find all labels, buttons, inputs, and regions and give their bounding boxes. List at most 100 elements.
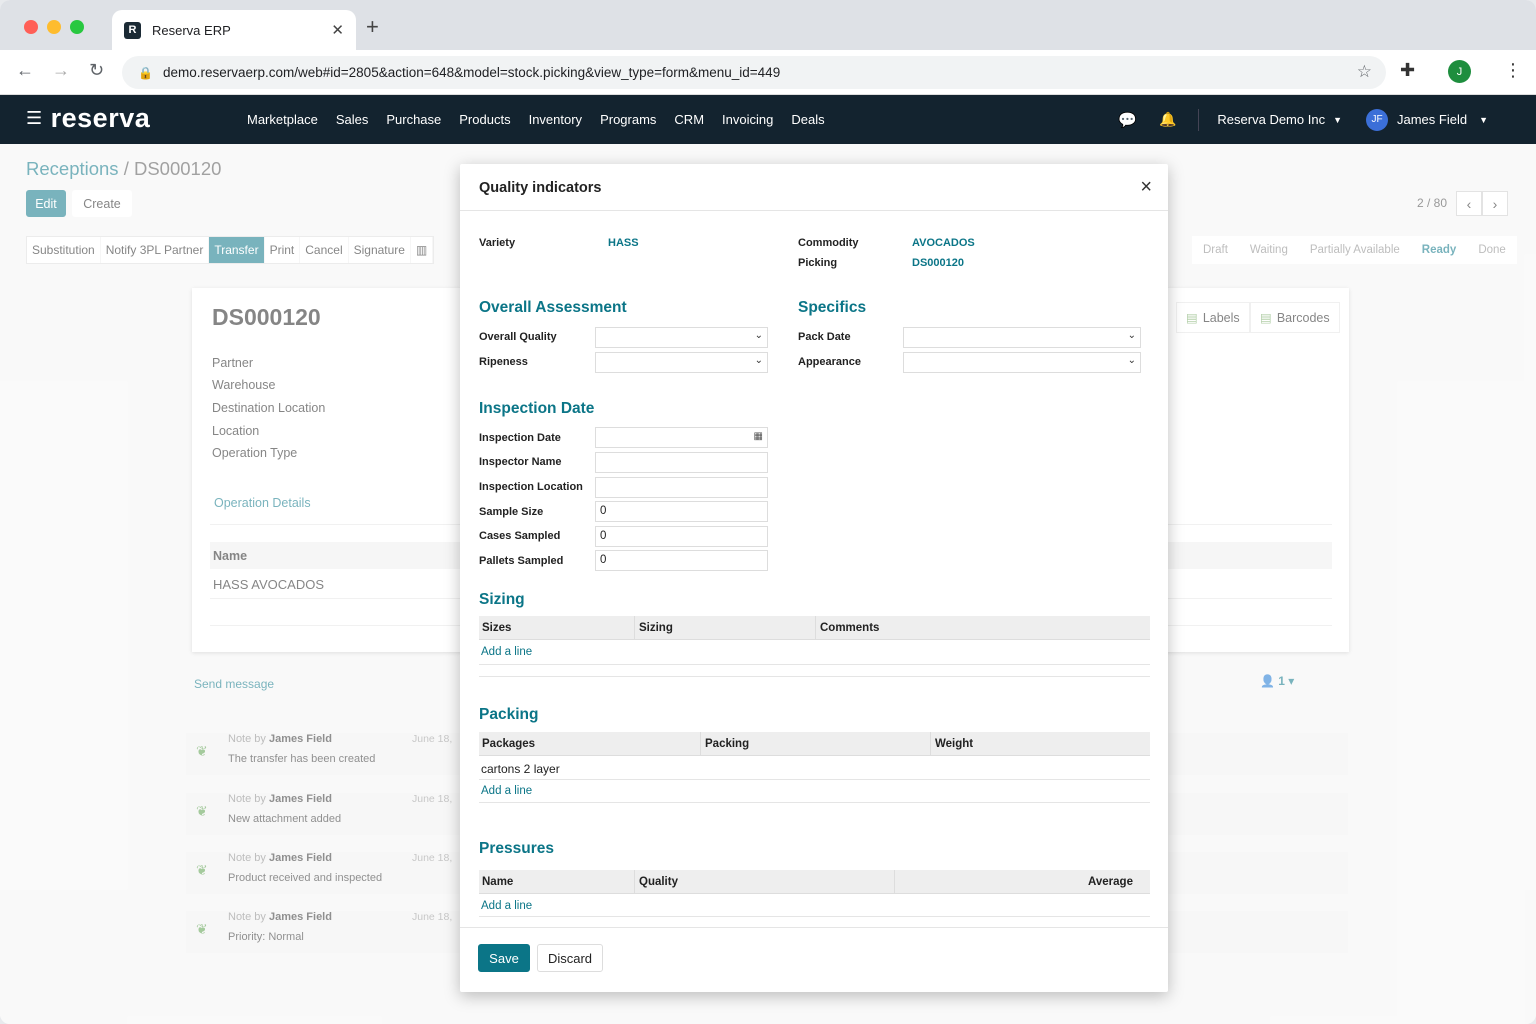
app-navbar: ☰ reserva Marketplace Sales Purchase Prod… xyxy=(0,95,1536,144)
user-menu[interactable]: James Field xyxy=(1397,112,1467,127)
menu-programs[interactable]: Programs xyxy=(600,112,656,127)
close-window-icon[interactable] xyxy=(24,20,38,34)
col-packing[interactable]: Packing xyxy=(705,738,749,750)
calendar-icon[interactable]: ▦ xyxy=(754,431,763,442)
back-icon[interactable]: ← xyxy=(16,60,34,81)
pallets-sampled-input[interactable]: 0 xyxy=(595,550,768,571)
specifics-heading: Specifics xyxy=(798,299,867,316)
col-average[interactable]: Average xyxy=(1088,876,1133,888)
inspection-date-heading: Inspection Date xyxy=(479,400,595,417)
packing-heading: Packing xyxy=(479,706,539,723)
user-avatar[interactable]: JF xyxy=(1366,108,1388,131)
menu-invoicing[interactable]: Invoicing xyxy=(722,112,773,127)
url-text: demo.reservaerp.com/web#id=2805&action=6… xyxy=(162,65,781,80)
browser-menu-icon[interactable]: ⋮ xyxy=(1504,60,1522,81)
col-packages[interactable]: Packages xyxy=(482,738,535,750)
commodity-value[interactable]: AVOCADOS xyxy=(912,237,975,249)
browser-tab[interactable]: R Reserva ERP ✕ xyxy=(112,10,356,50)
appearance-select[interactable]: ⌄ xyxy=(903,352,1141,373)
inspection-date-input[interactable]: ▦ xyxy=(595,427,768,448)
address-bar: ← → ↻ 🔒 demo.reservaerp.com/web#id=2805&… xyxy=(0,50,1536,95)
chevron-down-icon: ⌄ xyxy=(1127,355,1136,366)
brand-name: reserva xyxy=(50,103,151,133)
divider xyxy=(479,664,1150,665)
new-tab-icon[interactable]: + xyxy=(366,14,379,40)
chevron-down-icon[interactable]: ▼ xyxy=(1479,115,1488,125)
sizing-add-line[interactable]: Add a line xyxy=(481,646,532,658)
col-sizing[interactable]: Sizing xyxy=(639,622,673,634)
packing-row-packages[interactable]: cartons 2 layer xyxy=(481,762,560,776)
divider xyxy=(479,676,1150,677)
chevron-down-icon[interactable]: ▼ xyxy=(1333,115,1342,125)
lock-icon: 🔒 xyxy=(138,65,153,80)
picking-value[interactable]: DS000120 xyxy=(912,257,964,269)
menu-inventory[interactable]: Inventory xyxy=(529,112,582,127)
menu-deals[interactable]: Deals xyxy=(791,112,824,127)
favicon-icon: R xyxy=(124,21,141,39)
bookmark-star-icon[interactable]: ☆ xyxy=(1357,62,1372,82)
overall-quality-select[interactable]: ⌄ xyxy=(595,327,768,348)
inspection-location-label: Inspection Location xyxy=(479,481,583,493)
close-icon[interactable]: × xyxy=(1140,176,1152,199)
forward-icon[interactable]: → xyxy=(52,60,70,81)
menu-sales[interactable]: Sales xyxy=(336,112,369,127)
pack-date-select[interactable]: ⌄ xyxy=(903,327,1141,348)
ripeness-select[interactable]: ⌄ xyxy=(595,352,768,373)
sizing-table-header: Sizes Sizing Comments xyxy=(479,616,1150,640)
col-quality[interactable]: Quality xyxy=(639,876,678,888)
cases-sampled-input[interactable]: 0 xyxy=(595,526,768,547)
bell-icon[interactable]: 🔔 xyxy=(1159,111,1176,128)
column-separator xyxy=(815,616,816,640)
column-separator xyxy=(634,870,635,894)
url-field[interactable]: 🔒 demo.reservaerp.com/web#id=2805&action… xyxy=(122,56,1386,89)
navbar-divider xyxy=(1198,108,1200,131)
inspector-name-input[interactable] xyxy=(595,452,768,473)
chevron-down-icon: ⌄ xyxy=(754,330,763,341)
variety-label: Variety xyxy=(479,237,516,249)
col-comments[interactable]: Comments xyxy=(820,622,879,634)
menu-purchase[interactable]: Purchase xyxy=(386,112,441,127)
inspection-location-input[interactable] xyxy=(595,477,768,498)
pressures-heading: Pressures xyxy=(479,840,554,857)
save-button[interactable]: Save xyxy=(478,944,530,972)
picking-label: Picking xyxy=(798,257,838,269)
sample-size-label: Sample Size xyxy=(479,506,544,518)
pressures-add-line[interactable]: Add a line xyxy=(481,900,532,912)
maximize-window-icon[interactable] xyxy=(70,20,84,34)
packing-table-header: Packages Packing Weight xyxy=(479,732,1150,756)
pack-date-label: Pack Date xyxy=(798,331,851,343)
navbar-right: 💬 🔔 Reserva Demo Inc ▼ JF James Field ▼ xyxy=(1118,95,1488,144)
menu-products[interactable]: Products xyxy=(459,112,510,127)
divider xyxy=(479,916,1150,917)
app-logo[interactable]: ☰ reserva xyxy=(26,103,150,134)
extensions-icon[interactable]: ✚ xyxy=(1400,60,1415,81)
col-sizes[interactable]: Sizes xyxy=(482,622,511,634)
ripeness-label: Ripeness xyxy=(479,356,528,368)
menu-marketplace[interactable]: Marketplace xyxy=(247,112,318,127)
tab-bar: R Reserva ERP ✕ + xyxy=(0,0,1536,50)
close-tab-icon[interactable]: ✕ xyxy=(331,21,344,39)
apps-grid-icon[interactable]: ☰ xyxy=(26,108,43,129)
company-switcher[interactable]: Reserva Demo Inc xyxy=(1217,112,1325,127)
profile-avatar[interactable]: J xyxy=(1448,60,1471,83)
variety-value[interactable]: HASS xyxy=(608,237,639,249)
chat-icon[interactable]: 💬 xyxy=(1118,111,1137,129)
inspector-name-label: Inspector Name xyxy=(479,456,562,468)
column-separator xyxy=(930,732,931,756)
overall-assessment-heading: Overall Assessment xyxy=(479,299,627,316)
col-name[interactable]: Name xyxy=(482,876,513,888)
browser-window: R Reserva ERP ✕ + ← → ↻ 🔒 demo.reservaer… xyxy=(0,0,1536,1024)
divider xyxy=(479,802,1150,803)
col-weight[interactable]: Weight xyxy=(935,738,973,750)
discard-button[interactable]: Discard xyxy=(537,944,603,972)
menu-crm[interactable]: CRM xyxy=(674,112,704,127)
dialog-footer-divider xyxy=(460,927,1168,928)
packing-add-line[interactable]: Add a line xyxy=(481,785,532,797)
reload-icon[interactable]: ↻ xyxy=(89,60,104,81)
dialog-header: Quality indicators × xyxy=(460,164,1168,211)
sample-size-input[interactable]: 0 xyxy=(595,501,768,522)
inspection-date-label: Inspection Date xyxy=(479,432,561,444)
minimize-window-icon[interactable] xyxy=(47,20,61,34)
chevron-down-icon: ⌄ xyxy=(1127,330,1136,341)
tab-title: Reserva ERP xyxy=(152,22,231,38)
